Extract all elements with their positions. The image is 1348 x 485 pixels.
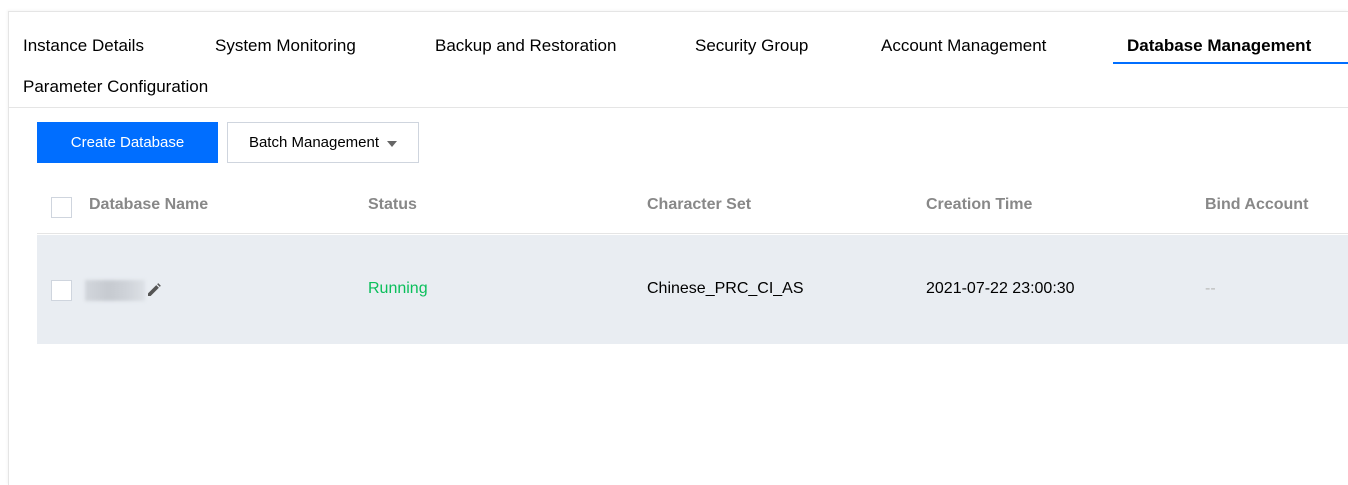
tab-database-management[interactable]: Database Management [1127, 34, 1311, 58]
creation-time-value: 2021-07-22 23:00:30 [926, 280, 1075, 297]
tab-parameter-configuration[interactable]: Parameter Configuration [23, 75, 208, 99]
column-database-name: Database Name [89, 196, 209, 213]
tab-bar: Instance Details System Monitoring Backu… [9, 12, 1348, 108]
row-checkbox[interactable] [51, 280, 72, 301]
create-database-label: Create Database [70, 134, 185, 151]
tab-backup-restoration[interactable]: Backup and Restoration [435, 34, 616, 58]
bind-account-value: -- [1205, 280, 1216, 297]
column-creation-time: Creation Time [926, 196, 1033, 213]
column-character-set: Character Set [647, 196, 752, 213]
database-management-panel: Instance Details System Monitoring Backu… [8, 11, 1348, 485]
table-row[interactable]: Running Chinese_PRC_CI_AS 2021-07-22 23:… [37, 235, 1348, 344]
table-header: Database Name Status Character Set Creat… [37, 182, 1348, 234]
tab-system-monitoring[interactable]: System Monitoring [215, 34, 356, 58]
status-badge: Running [368, 280, 428, 297]
batch-management-dropdown[interactable]: Batch Management [227, 122, 419, 163]
database-name-redacted [85, 280, 145, 301]
pencil-icon[interactable] [145, 281, 163, 299]
caret-down-icon [387, 140, 398, 147]
column-status: Status [368, 196, 417, 213]
column-bind-account: Bind Account [1205, 196, 1309, 213]
batch-management-label: Batch Management [248, 134, 380, 151]
tab-security-group[interactable]: Security Group [695, 34, 808, 58]
tab-instance-details[interactable]: Instance Details [23, 34, 144, 58]
select-all-checkbox[interactable] [51, 197, 72, 218]
active-tab-indicator [1113, 62, 1348, 64]
character-set-value: Chinese_PRC_CI_AS [647, 280, 804, 297]
create-database-button[interactable]: Create Database [37, 122, 218, 163]
tab-account-management[interactable]: Account Management [881, 34, 1046, 58]
